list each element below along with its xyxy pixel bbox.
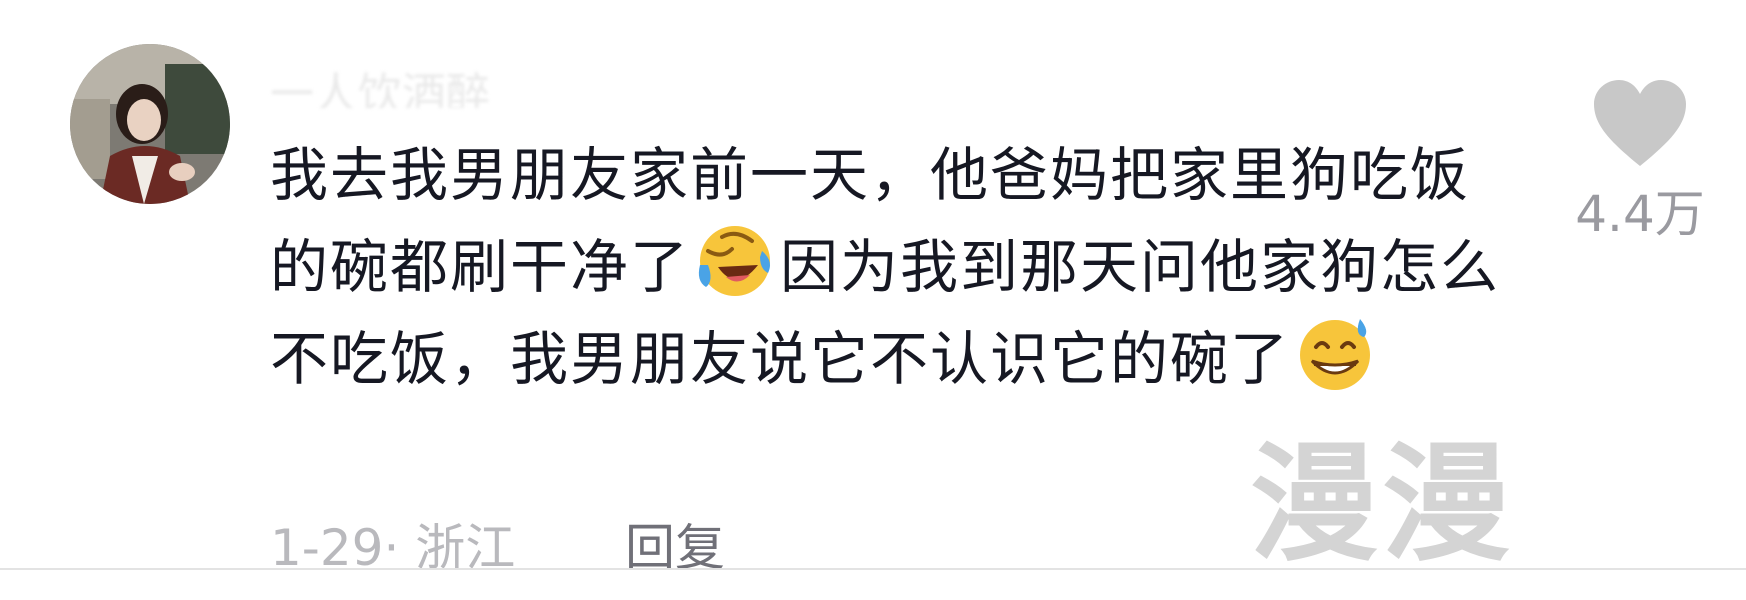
comment-text: 我去我男朋友家前一天，他爸妈把家里狗吃饭的碗都刷干净了 因为我到那天问他家狗怎么… — [270, 130, 1520, 405]
divider — [0, 568, 1746, 570]
heart-icon[interactable] — [1590, 78, 1690, 170]
like-button[interactable]: 4.4万 — [1560, 78, 1720, 246]
sweat-grin-emoji-icon — [1292, 313, 1378, 393]
watermark: 漫漫 — [1250, 430, 1515, 579]
comment-item: 一人饮酒醉 我去我男朋友家前一天，他爸妈把家里狗吃饭的碗都刷干净了 因为我到那天… — [0, 0, 1746, 600]
username[interactable]: 一人饮酒醉 — [270, 58, 490, 108]
avatar[interactable] — [70, 44, 230, 204]
laughing-tears-emoji-icon — [692, 221, 778, 301]
avatar-image — [70, 44, 230, 204]
like-count: 4.4万 — [1575, 185, 1705, 243]
